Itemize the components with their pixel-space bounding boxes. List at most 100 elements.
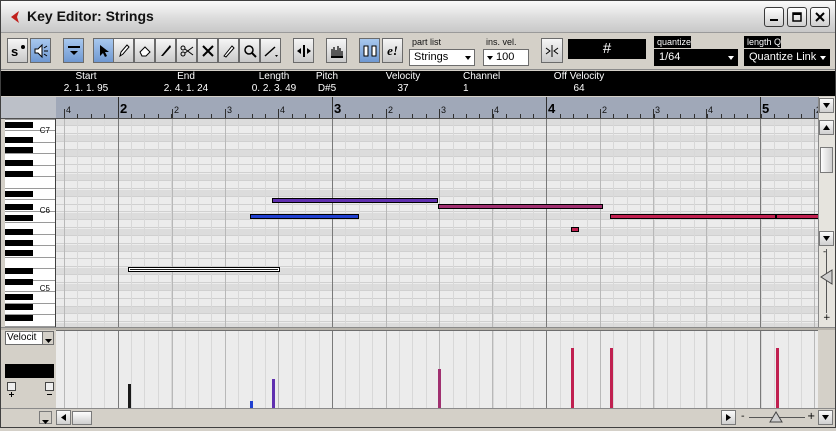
info-channel[interactable]: Channel 1: [453, 71, 513, 95]
snap-type-field[interactable]: #: [568, 39, 646, 59]
ruler[interactable]: 234542342342342: [56, 97, 818, 119]
black-key[interactable]: [5, 137, 33, 143]
controller-selector[interactable]: Velocit: [5, 331, 54, 345]
horizontal-zoom-minus-icon[interactable]: -: [741, 411, 745, 422]
horizontal-zoom-slider-icon[interactable]: [769, 411, 783, 423]
info-start-value[interactable]: 2. 1. 1. 95: [41, 83, 131, 95]
erase-tool[interactable]: [134, 38, 155, 63]
velocity-bar[interactable]: [776, 348, 779, 408]
black-key[interactable]: [5, 160, 33, 166]
black-key[interactable]: [5, 250, 33, 256]
midi-note[interactable]: [610, 214, 776, 219]
title-bar[interactable]: Key Editor: Strings: [1, 1, 835, 33]
velocity-bar[interactable]: [571, 348, 574, 408]
black-key[interactable]: [5, 240, 33, 246]
remove-lane-button[interactable]: [45, 382, 54, 395]
add-lane-button[interactable]: [7, 382, 16, 397]
autoscroll-button[interactable]: [293, 38, 314, 63]
scroll-right-button[interactable]: [721, 410, 736, 425]
trim-tool[interactable]: [155, 38, 176, 63]
draw-tool[interactable]: [113, 38, 134, 63]
zoom-tool[interactable]: [239, 38, 260, 63]
scroll-up-button[interactable]: [819, 120, 834, 135]
vertical-scrollbar[interactable]: - +: [818, 97, 835, 328]
glue-tool[interactable]: [218, 38, 239, 63]
mute-tool[interactable]: [197, 38, 218, 63]
velocity-bar[interactable]: [128, 384, 131, 408]
show-part-borders-button[interactable]: [359, 38, 380, 63]
black-key[interactable]: [5, 215, 33, 221]
note-grid[interactable]: [56, 119, 818, 327]
minimize-button[interactable]: [764, 7, 784, 27]
info-velocity[interactable]: Velocity 37: [371, 71, 435, 95]
midi-note[interactable]: [128, 267, 280, 272]
maximize-button[interactable]: [787, 7, 807, 27]
info-channel-value[interactable]: 1: [463, 83, 513, 95]
info-start[interactable]: Start 2. 1. 1. 95: [41, 71, 131, 95]
show-info-button[interactable]: [63, 38, 84, 63]
info-off-velocity[interactable]: Off Velocity 64: [539, 71, 619, 95]
horizontal-zoom-plus-icon[interactable]: +: [807, 411, 815, 422]
controller-lane[interactable]: [56, 330, 818, 408]
info-velocity-value[interactable]: 37: [371, 83, 435, 95]
black-key[interactable]: [5, 268, 33, 274]
object-selection-tool[interactable]: [93, 38, 114, 63]
black-key[interactable]: [5, 294, 33, 300]
vertical-scroll-thumb[interactable]: [820, 147, 833, 173]
scroll-left-button[interactable]: [56, 410, 71, 425]
controller-selector-value[interactable]: Velocit: [7, 332, 36, 344]
scroll-corner-button[interactable]: [818, 410, 833, 425]
info-pitch-value[interactable]: D#5: [297, 83, 357, 95]
piano-keyboard[interactable]: C7 C6 C5: [5, 119, 56, 327]
black-key[interactable]: [5, 122, 33, 128]
independent-track-loop-button[interactable]: [326, 38, 347, 63]
black-key[interactable]: [5, 204, 33, 210]
midi-note[interactable]: [571, 227, 579, 232]
snap-button[interactable]: [541, 38, 563, 63]
chevron-down-icon[interactable]: [465, 56, 471, 60]
midi-note[interactable]: [250, 214, 359, 219]
snap-grid-symbol[interactable]: #: [568, 39, 646, 59]
horizontal-scrollbar[interactable]: - +: [1, 408, 835, 427]
black-key[interactable]: [5, 171, 33, 177]
black-key[interactable]: [5, 315, 33, 321]
controller-selector-dropdown[interactable]: [42, 332, 53, 344]
vertical-zoom-minus-icon[interactable]: -: [823, 247, 826, 257]
info-off-velocity-value[interactable]: 64: [539, 83, 619, 95]
chevron-down-icon[interactable]: [728, 56, 734, 60]
black-key[interactable]: [5, 191, 33, 197]
length-quantize-value[interactable]: Quantize Link: [744, 49, 830, 66]
velocity-bar[interactable]: [250, 401, 253, 408]
velocity-bar[interactable]: [610, 348, 613, 408]
horizontal-scroll-thumb[interactable]: [72, 411, 92, 425]
info-pitch[interactable]: Pitch D#5: [297, 71, 357, 95]
black-key[interactable]: [5, 147, 33, 153]
part-list-field[interactable]: part list Strings: [409, 36, 475, 67]
velocity-bar[interactable]: [272, 379, 275, 408]
vertical-zoom-plus-icon[interactable]: +: [823, 313, 831, 323]
quantize-field[interactable]: quantize 1/64: [654, 36, 738, 67]
insert-velocity-field[interactable]: ins. vel. 100: [483, 36, 529, 67]
midi-note[interactable]: [776, 214, 818, 219]
black-key[interactable]: [5, 229, 33, 235]
solo-button[interactable]: s: [7, 38, 28, 63]
black-key[interactable]: [5, 279, 33, 285]
vertical-zoom-slider-icon[interactable]: [820, 269, 834, 285]
chevron-down-icon[interactable]: [820, 56, 826, 60]
info-end-value[interactable]: 2. 4. 1. 24: [141, 83, 231, 95]
acoustic-feedback-button[interactable]: [30, 38, 51, 63]
chevron-down-icon[interactable]: [487, 56, 493, 60]
edit-in-place-button[interactable]: e!: [382, 38, 403, 63]
line-tool[interactable]: [260, 38, 281, 63]
midi-note[interactable]: [438, 204, 603, 209]
velocity-bar[interactable]: [438, 369, 441, 408]
quantize-value[interactable]: 1/64: [654, 49, 738, 66]
scroll-down-button[interactable]: [819, 231, 834, 246]
info-end[interactable]: End 2. 4. 1. 24: [141, 71, 231, 95]
close-button[interactable]: [810, 7, 830, 27]
black-key[interactable]: [5, 304, 33, 310]
ruler-menu-button[interactable]: [819, 98, 834, 113]
split-tool[interactable]: [176, 38, 197, 63]
midi-note[interactable]: [272, 198, 438, 203]
length-quantize-field[interactable]: length Q Quantize Link: [744, 36, 830, 67]
